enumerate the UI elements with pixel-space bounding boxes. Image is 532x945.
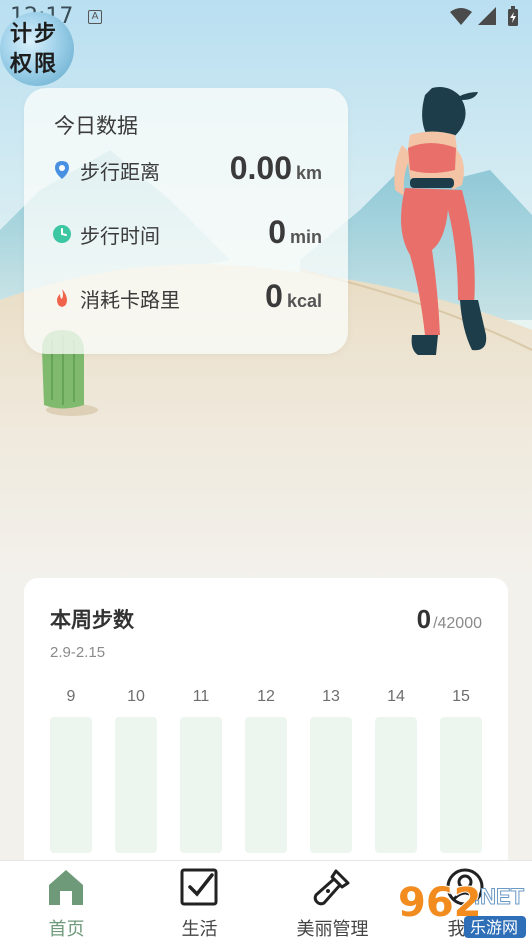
flame-icon: [57, 289, 67, 307]
a-icon: A: [88, 10, 102, 24]
metric-unit: km: [295, 163, 322, 183]
site-watermark-logo: 962 .NET 乐游网: [397, 879, 526, 938]
weekly-goal: /42000: [433, 615, 482, 632]
metric-label: 步行距离: [80, 160, 160, 184]
svg-text:.NET: .NET: [474, 884, 525, 909]
day-column: 9: [50, 688, 92, 868]
flashlight-icon: [313, 869, 350, 906]
day-label: 10: [127, 688, 145, 705]
day-bar: [440, 717, 482, 853]
metric-number: 0: [265, 278, 283, 314]
day-column: 11: [180, 688, 222, 868]
weekly-date-range: 2.9-2.15: [50, 644, 106, 661]
nav-item-life[interactable]: 生活: [133, 861, 266, 945]
nav-item-beauty[interactable]: 美丽管理: [266, 861, 399, 945]
day-column: 13: [310, 688, 352, 868]
system-icons: [450, 6, 518, 26]
nav-label: 首页: [48, 919, 85, 940]
metric-value: 0 min: [268, 214, 322, 251]
battery-icon: [508, 6, 518, 26]
day-label: 13: [322, 688, 340, 705]
checkbox-icon: [180, 868, 218, 906]
day-bar: [245, 717, 287, 853]
day-bar: [50, 717, 92, 853]
home-icon: [49, 870, 83, 905]
metric-unit: min: [289, 227, 322, 247]
day-label: 9: [66, 688, 76, 705]
day-label: 11: [192, 688, 210, 705]
day-bar: [310, 717, 352, 853]
nav-label: 美丽管理: [296, 919, 369, 940]
day-bar: [375, 717, 417, 853]
nav-item-home[interactable]: 首页: [0, 861, 133, 945]
weekly-current-steps: 0: [416, 604, 432, 634]
metric-value: 0 kcal: [265, 278, 322, 315]
svg-text:乐游网: 乐游网: [470, 918, 518, 937]
metric-distance: 步行距离 0.00 km: [52, 150, 322, 190]
clock-icon: [53, 225, 71, 243]
metric-calories: 消耗卡路里 0 kcal: [52, 278, 322, 318]
metric-label: 步行时间: [80, 224, 160, 248]
day-column: 10: [115, 688, 157, 868]
today-data-card: 今日数据 步行距离 0.00 km 步行时间 0 min 消耗卡路里 0 kcal: [24, 88, 348, 354]
status-bar: 12:17 A: [0, 0, 532, 34]
location-pin-icon: [55, 161, 69, 179]
step-permission-button[interactable]: 计步权限: [0, 12, 74, 86]
weekly-steps-card: 本周步数 2.9-2.15 0/42000 9 10 11 12 13 14 15: [24, 578, 508, 878]
day-label: 12: [257, 688, 275, 705]
day-label: 14: [387, 688, 405, 705]
day-label: 15: [452, 688, 470, 705]
metric-label: 消耗卡路里: [80, 288, 180, 312]
day-bar: [115, 717, 157, 853]
day-column: 15: [440, 688, 482, 868]
day-column: 12: [245, 688, 287, 868]
wifi-icon: [450, 8, 472, 25]
day-column: 14: [375, 688, 417, 868]
weekly-total: 0/42000: [417, 604, 482, 635]
metric-number: 0.00: [229, 150, 292, 186]
metric-time: 步行时间 0 min: [52, 214, 322, 254]
weekly-title: 本周步数: [50, 608, 134, 632]
nav-label: 生活: [181, 919, 218, 940]
signal-icon: [478, 7, 496, 25]
day-bar: [180, 717, 222, 853]
metric-unit: kcal: [286, 291, 322, 311]
step-permission-label: 计步权限: [10, 22, 59, 77]
metric-number: 0: [268, 214, 286, 250]
metric-value: 0.00 km: [230, 150, 322, 187]
today-title: 今日数据: [54, 114, 138, 138]
weekly-bars: 9 10 11 12 13 14 15: [50, 688, 482, 868]
